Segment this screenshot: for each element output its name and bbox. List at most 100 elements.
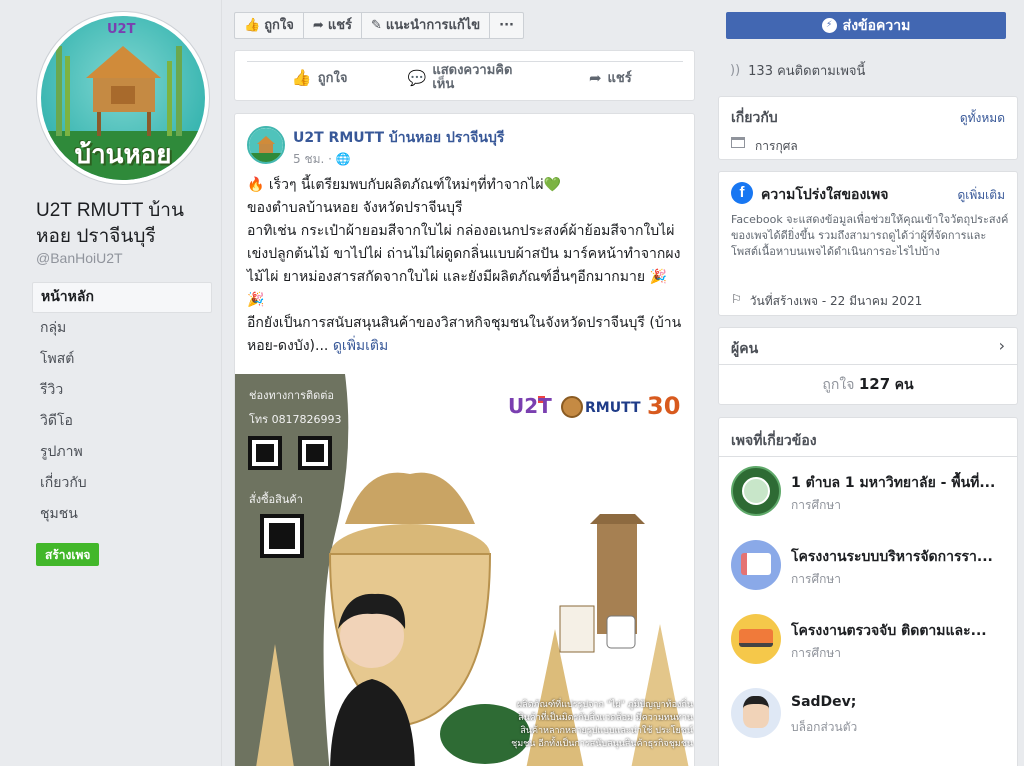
pencil-icon: ✎ (371, 18, 382, 33)
related-page-avatar (731, 614, 781, 664)
nav-item-posts[interactable]: โพสต์ (32, 344, 212, 375)
related-page-category: การศึกษา (791, 646, 841, 660)
related-page-name: 1 ตำบล 1 มหาวิทยาลัย - พื้นที่... (791, 475, 996, 491)
related-pages-title: เพจที่เกี่ยวข้อง (731, 433, 817, 449)
related-pages-card: เพจที่เกี่ยวข้อง 1 ตำบล 1 มหาวิทยาลัย - … (718, 417, 1018, 766)
page-nav: หน้าหลัก กลุ่ม โพสต์ รีวิว วิดีโอ รูปภาพ… (32, 282, 212, 530)
post-reaction-bar: 👍 ถูกใจ 💬 แสดงความคิดเห็น ➦ แชร์ (247, 61, 683, 93)
related-page-category: การศึกษา (791, 498, 841, 512)
post-share-label: แชร์ (607, 71, 632, 86)
share-arrow-icon: ➦ (588, 68, 602, 87)
related-page-item[interactable]: SadDev; บล็อกส่วนตัว (731, 688, 1011, 748)
send-message-button[interactable]: ⚡ ส่งข้อความ (726, 12, 1006, 39)
about-category[interactable]: การกุศล (731, 137, 798, 156)
more-options-button[interactable]: ··· (490, 13, 523, 38)
create-page-button[interactable]: สร้างเพจ (36, 543, 100, 566)
transparency-text: Facebook จะแสดงข้อมูลเพื่อช่วยให้คุณเข้า… (731, 213, 1009, 258)
nav-item-community[interactable]: ชุมชน (32, 499, 212, 530)
people-likes[interactable]: ถูกใจ 127 คน (719, 374, 1017, 396)
likes-count: 127 (858, 375, 891, 393)
anniversary-logo: 30 (647, 392, 681, 420)
post-line-1: 🔥 เร็วๆ นี้เตรียมพบกับผลิตภัณฑ์ใหม่ๆที่ท… (247, 177, 561, 193)
previous-post-actions-card: 👍 ถูกใจ 💬 แสดงความคิดเห็น ➦ แชร์ (234, 50, 695, 101)
rmutt-logo: RMUTT (585, 400, 641, 416)
post-author-name[interactable]: U2T RMUTT บ้านหอย ปราจีนบุรี (293, 127, 504, 149)
bus-icon (739, 629, 773, 647)
post-card: U2T RMUTT บ้านหอย ปราจีนบุรี 5 ชม. · 🌐 🔥… (234, 113, 695, 766)
caption-line-2: สินค้าที่เป็นมิตรกับสิ่งแวดล้อม มีความทน… (518, 713, 693, 723)
related-page-item[interactable]: โครงงานระบบบริหารจัดการรา... การศึกษา (731, 540, 1011, 600)
post-timestamp[interactable]: 5 ชม. · 🌐 (293, 150, 351, 169)
like-page-button[interactable]: 👍 ถูกใจ (235, 13, 304, 38)
nav-item-about[interactable]: เกี่ยวกับ (32, 468, 212, 499)
contact-label: ช่องทางการติดต่อ (249, 389, 335, 402)
post-line-5: อีกยังเป็นการสนับสนุนสินค้าของวิสาหกิจชุ… (247, 312, 687, 358)
related-page-avatar (731, 466, 781, 516)
related-page-category: บล็อกส่วนตัว (791, 720, 858, 734)
post-image[interactable]: ช่องทางการติดต่อ โทร 0817826993 สั่งซื้อ… (235, 374, 694, 766)
about-see-all-link[interactable]: ดูทั้งหมด (960, 109, 1005, 128)
related-page-item[interactable]: 1 ตำบล 1 มหาวิทยาลัย - พื้นที่... การศึก… (731, 466, 1011, 526)
related-page-avatar (731, 540, 781, 590)
comment-bubble-icon: 💬 (407, 68, 427, 87)
related-page-name: SadDev; (791, 694, 857, 710)
send-message-label: ส่งข้อความ (842, 17, 911, 34)
post-share-button[interactable]: ➦ แชร์ (538, 62, 683, 93)
thumbs-up-icon: 👍 (244, 18, 261, 33)
page-avatar-image: U2T บ้านหอย (41, 16, 205, 180)
avatar-badge: U2T (107, 22, 136, 37)
nav-item-reviews[interactable]: รีวิว (32, 375, 212, 406)
facebook-icon: f (731, 182, 753, 204)
related-divider (719, 456, 1017, 457)
about-card: เกี่ยวกับ ดูทั้งหมด การกุศล (718, 96, 1018, 160)
nav-item-photos[interactable]: รูปภาพ (32, 437, 212, 468)
caption-line-4: ชุมชน อีกทั้งเป็นการสนับสนุนสินค้าธุรกิจ… (511, 739, 693, 749)
nav-item-home[interactable]: หน้าหลัก (32, 282, 212, 313)
related-page-name: โครงงานตรวจจับ ติดตามและ... (791, 623, 987, 639)
like-page-label: ถูกใจ (264, 18, 294, 33)
image-caption: ผลิตภัณฑ์ที่แปรรูปจาก "ไผ่" ภูมิปัญญาท้อ… (507, 699, 693, 751)
followers-text: 133 คนติดตามเพจนี้ (748, 64, 866, 79)
post-line-3: อาทิเช่น กระเป๋าผ้ายอมสีจากใบไผ่ กล่องอเ… (247, 223, 681, 285)
rmutt-seal-icon (561, 396, 583, 418)
likes-suffix: คน (894, 377, 914, 393)
post-body: 🔥 เร็วๆ นี้เตรียมพบกับผลิตภัณฑ์ใหม่ๆที่ท… (247, 174, 687, 358)
post-line-5-text: อีกยังเป็นการสนับสนุนสินค้าของวิสาหกิจชุ… (247, 315, 682, 354)
share-arrow-icon: ➦ (312, 18, 324, 33)
post-like-button[interactable]: 👍 ถูกใจ (247, 62, 392, 93)
order-label: สั่งซื้อสินค้า (249, 493, 303, 506)
people-divider (719, 364, 1017, 365)
author-avatar-graphic (249, 128, 283, 162)
people-title: ผู้คน (731, 341, 759, 357)
page-handle[interactable]: @BanHoiU2T (36, 250, 123, 266)
thumbs-up-outline-icon: 👍 (291, 68, 312, 87)
suggest-edit-label: แนะนำการแก้ไข (385, 18, 481, 33)
avatar-text: บ้านหอย (74, 140, 172, 170)
transparency-see-more-link[interactable]: ดูเพิ่มเติม (957, 186, 1005, 205)
transparency-card: f ความโปร่งใสของเพจ ดูเพิ่มเติม Facebook… (718, 171, 1018, 316)
related-page-avatar (731, 688, 781, 738)
share-page-button[interactable]: ➦ แชร์ (304, 13, 362, 38)
rss-icon: )) (730, 63, 741, 78)
nav-item-videos[interactable]: วิดีโอ (32, 406, 212, 437)
post-comment-label: แสดงความคิดเห็น (432, 62, 513, 92)
document-icon (741, 553, 771, 575)
post-author-avatar[interactable] (247, 126, 285, 164)
related-page-item[interactable]: โครงงานตรวจจับ ติดตามและ... การศึกษา (731, 614, 1011, 674)
post-time: 5 ชม. · (293, 152, 332, 166)
share-page-label: แชร์ (327, 18, 352, 33)
flag-icon: ⚐ (731, 292, 742, 306)
see-more-link[interactable]: ดูเพิ่มเติม (333, 338, 388, 354)
nav-item-groups[interactable]: กลุ่ม (32, 313, 212, 344)
post-line-2: ของตำบลบ้านหอย จังหวัดปราจีนบุรี (247, 200, 463, 216)
transparency-title: ความโปร่งใสของเพจ (761, 187, 889, 203)
about-title: เกี่ยวกับ (731, 110, 778, 126)
people-chevron-icon[interactable]: › (999, 336, 1005, 355)
page-created-date: วันที่สร้างเพจ - 22 มีนาคม 2021 (749, 294, 923, 308)
page-avatar[interactable]: U2T บ้านหอย (37, 12, 209, 184)
university-seal-icon (742, 477, 770, 505)
left-sidebar: U2T บ้านหอย U2T RMUTT บ้านหอย ปราจีนบุรี… (0, 0, 222, 766)
post-comment-button[interactable]: 💬 แสดงความคิดเห็น (392, 62, 537, 93)
suggest-edit-button[interactable]: ✎ แนะนำการแก้ไข (362, 13, 491, 38)
post-like-label: ถูกใจ (317, 71, 348, 86)
